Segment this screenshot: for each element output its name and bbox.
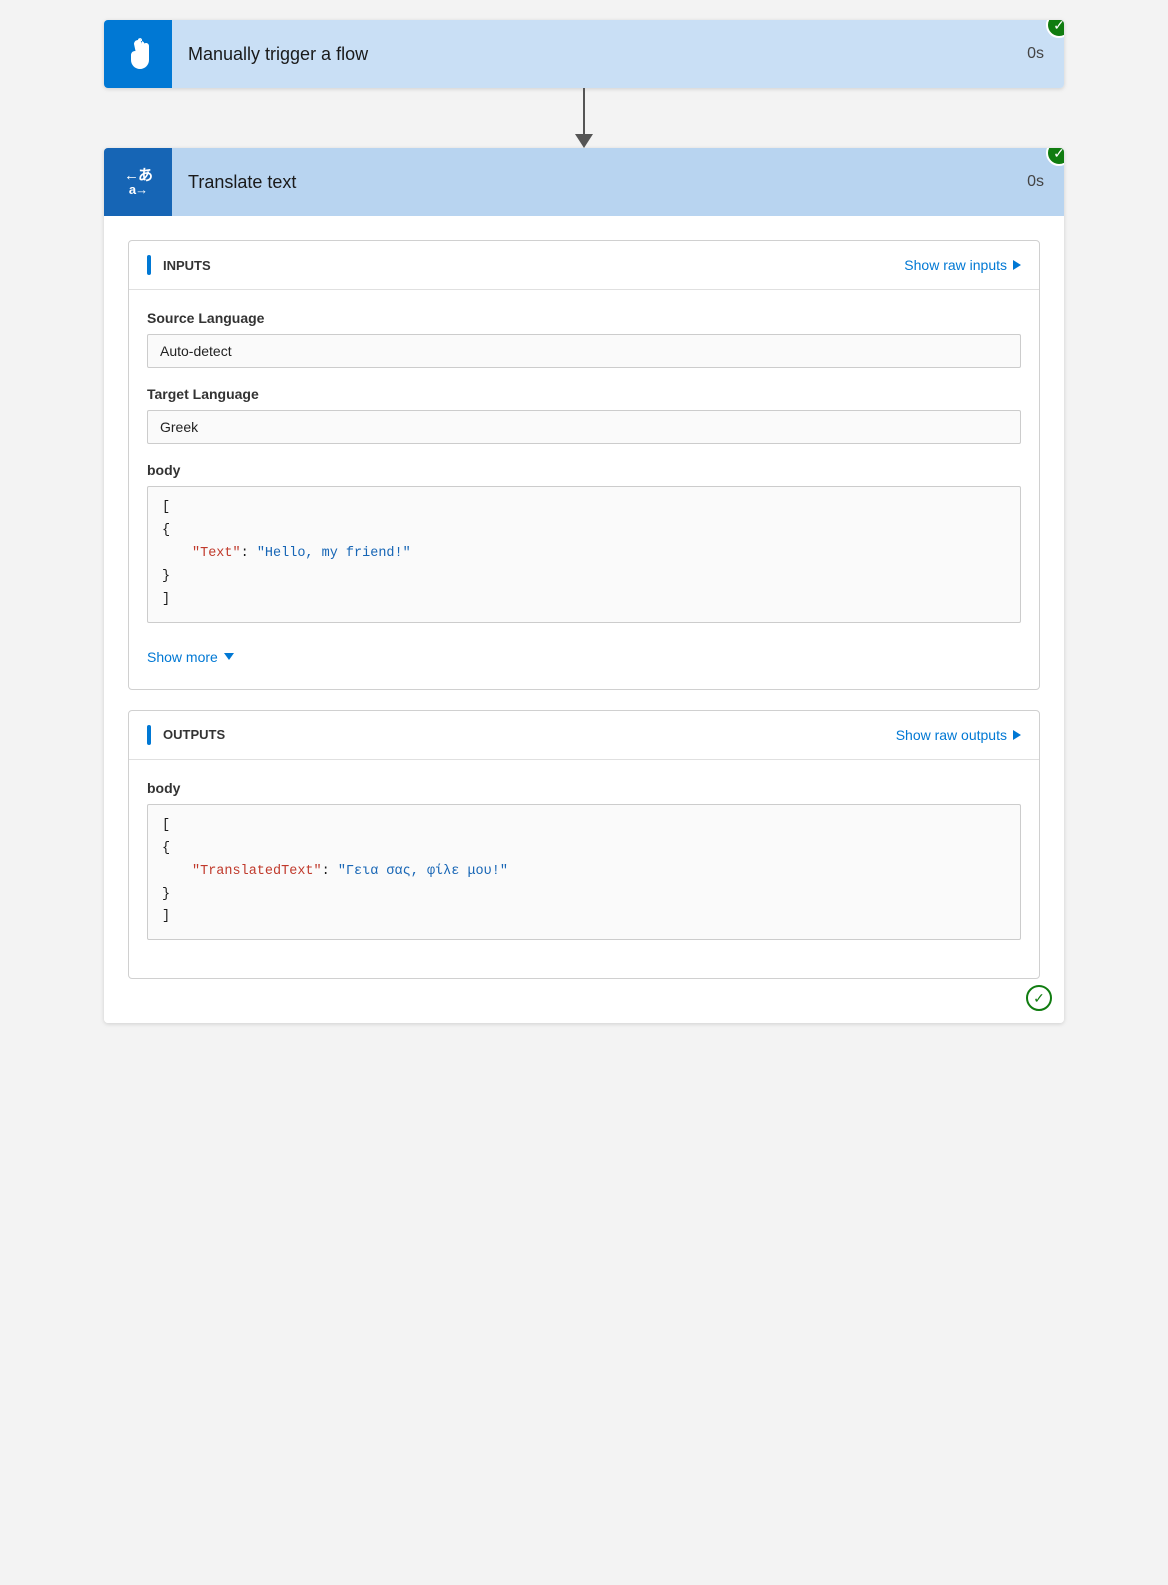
inputs-label: INPUTS: [147, 255, 211, 275]
code-open-brace: {: [162, 523, 170, 538]
inputs-header: INPUTS Show raw inputs: [129, 241, 1039, 290]
flow-container: Manually trigger a flow 0s ✓ ←あ a→ Trans…: [104, 20, 1064, 1565]
body-label: body: [147, 462, 1021, 478]
out-code-close-bracket: ]: [162, 909, 170, 924]
out-code-key: "TranslatedText": [192, 864, 322, 879]
chevron-down-icon: [224, 653, 234, 660]
outputs-accent: [147, 725, 151, 745]
chevron-right-outputs-icon: [1013, 730, 1021, 740]
source-language-value: Auto-detect: [147, 334, 1021, 368]
target-language-label: Target Language: [147, 386, 1021, 402]
out-code-value: "Γεια σας, φίλε μου!": [338, 864, 508, 879]
action-header[interactable]: ←あ a→ Translate text 0s: [104, 148, 1064, 216]
out-code-colon: :: [322, 864, 338, 879]
action-icon-box: ←あ a→: [104, 148, 172, 216]
action-title: Translate text: [172, 172, 1007, 193]
source-language-field: Source Language Auto-detect: [147, 310, 1021, 368]
inputs-section: INPUTS Show raw inputs Source Language A…: [128, 240, 1040, 690]
code-open-bracket: [: [162, 500, 170, 515]
trigger-icon: [120, 36, 156, 72]
body-field: body [ { "Text": "Hello, my friend!" } ]: [147, 462, 1021, 623]
show-more-link[interactable]: Show more: [147, 641, 1021, 669]
out-code-open-bracket: [: [162, 818, 170, 833]
outputs-section: OUTPUTS Show raw outputs body [ {: [128, 710, 1040, 980]
target-language-value: Greek: [147, 410, 1021, 444]
chevron-right-icon: [1013, 260, 1021, 270]
body-code: [ { "Text": "Hello, my friend!" } ]: [147, 486, 1021, 623]
action-duration: 0s: [1007, 173, 1064, 191]
out-code-close-brace: }: [162, 887, 170, 902]
code-close-bracket: ]: [162, 592, 170, 607]
output-body-field: body [ { "TranslatedText": "Γεια σας, φί…: [147, 780, 1021, 941]
trigger-step: Manually trigger a flow 0s ✓: [104, 20, 1064, 88]
trigger-duration: 0s: [1007, 45, 1064, 63]
connector-arrowhead: [575, 134, 593, 148]
trigger-icon-box: [104, 20, 172, 88]
trigger-header[interactable]: Manually trigger a flow 0s: [104, 20, 1064, 88]
outputs-body: body [ { "TranslatedText": "Γεια σας, φί…: [129, 760, 1039, 979]
trigger-title: Manually trigger a flow: [172, 44, 1007, 65]
inputs-body: Source Language Auto-detect Target Langu…: [129, 290, 1039, 689]
code-key: "Text": [192, 546, 241, 561]
connector-line: [583, 88, 585, 134]
outputs-label: OUTPUTS: [147, 725, 225, 745]
inputs-accent: [147, 255, 151, 275]
code-value: "Hello, my friend!": [257, 546, 411, 561]
out-code-open-brace: {: [162, 841, 170, 856]
translate-icon: ←あ a→: [124, 168, 152, 196]
connector-arrow: [575, 88, 593, 148]
output-body-code: [ { "TranslatedText": "Γεια σας, φίλε μο…: [147, 804, 1021, 941]
show-raw-outputs-link[interactable]: Show raw outputs: [896, 727, 1021, 743]
outputs-header: OUTPUTS Show raw outputs: [129, 711, 1039, 760]
action-step: ←あ a→ Translate text 0s ✓ INPUTS Show ra…: [104, 148, 1064, 1023]
target-language-field: Target Language Greek: [147, 386, 1021, 444]
output-body-label: body: [147, 780, 1021, 796]
show-raw-inputs-link[interactable]: Show raw inputs: [904, 257, 1021, 273]
code-close-brace: }: [162, 569, 170, 584]
code-colon: :: [241, 546, 257, 561]
action-body: INPUTS Show raw inputs Source Language A…: [104, 216, 1064, 1023]
source-language-label: Source Language: [147, 310, 1021, 326]
